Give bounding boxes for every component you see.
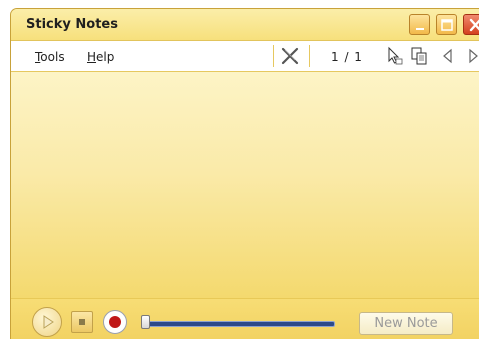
maximize-icon xyxy=(441,19,453,31)
minimize-icon xyxy=(416,28,424,30)
note-editor[interactable] xyxy=(11,72,479,298)
menu-tools-label: ools xyxy=(40,50,65,64)
record-button[interactable] xyxy=(103,310,127,334)
minimize-button[interactable] xyxy=(409,14,430,35)
menu-help[interactable]: Help xyxy=(87,50,114,64)
play-icon xyxy=(43,315,54,329)
close-icon xyxy=(469,18,479,32)
toolbar-divider xyxy=(309,45,310,67)
new-note-button[interactable]: New Note xyxy=(359,312,453,335)
window-title: Sticky Notes xyxy=(26,17,118,32)
menu-help-label: elp xyxy=(96,50,115,64)
close-button[interactable] xyxy=(463,14,479,35)
menu-tools[interactable]: Tools xyxy=(35,50,65,64)
record-icon xyxy=(109,316,121,328)
sticky-notes-window: Sticky Notes Tools Help 1 / 1 New Note xyxy=(10,8,479,339)
play-button[interactable] xyxy=(32,307,62,337)
previous-note-icon[interactable] xyxy=(438,46,458,66)
copy-icon[interactable] xyxy=(409,46,429,66)
playback-bar: New Note xyxy=(11,298,479,339)
maximize-button[interactable] xyxy=(436,14,457,35)
stop-button[interactable] xyxy=(71,311,93,333)
pointer-icon[interactable] xyxy=(385,46,405,66)
playback-slider-thumb[interactable] xyxy=(141,315,150,329)
stop-icon xyxy=(79,319,85,325)
menu-bar: Tools Help 1 / 1 xyxy=(11,41,479,72)
next-note-icon[interactable] xyxy=(463,46,479,66)
toolbar-divider xyxy=(273,45,274,67)
menu-help-mnemonic: H xyxy=(87,50,97,64)
note-counter: 1 / 1 xyxy=(331,50,363,64)
delete-note-icon[interactable] xyxy=(280,46,300,66)
title-bar[interactable]: Sticky Notes xyxy=(11,9,479,41)
playback-slider-track[interactable] xyxy=(147,321,335,327)
